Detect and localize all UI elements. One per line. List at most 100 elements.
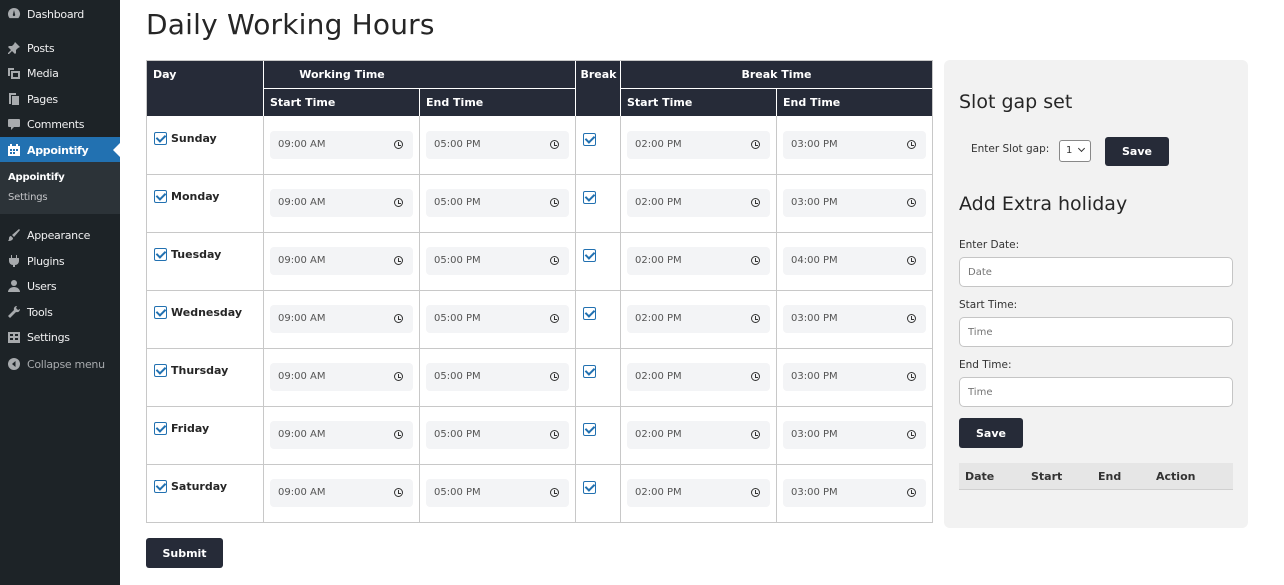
start-time-input[interactable]: 09:00 AM: [270, 189, 413, 217]
break-end-input[interactable]: 03:00 PM: [783, 189, 926, 217]
calendar-icon: [7, 143, 21, 157]
table-row: Sunday 09:00 AM 05:00 PM 02:00 PM 03:00 …: [147, 116, 934, 174]
end-time-input[interactable]: 05:00 PM: [426, 189, 569, 217]
day-enabled-checkbox[interactable]: [154, 190, 167, 203]
day-label: Monday: [171, 190, 220, 203]
holiday-end-time-input[interactable]: [959, 377, 1233, 407]
submenu-item-settings[interactable]: Settings: [8, 192, 48, 203]
appointify-submenu: Appointify Settings: [0, 162, 120, 214]
column-date: Date: [965, 470, 995, 483]
admin-sidebar: Dashboard Posts Media Pages Comments App…: [0, 0, 120, 585]
holiday-table-header: Date Start End Action: [959, 463, 1233, 490]
break-checkbox[interactable]: [583, 191, 596, 204]
clock-icon: [550, 430, 559, 439]
break-start-input[interactable]: 02:00 PM: [627, 247, 770, 275]
clock-icon: [394, 314, 403, 323]
break-end-input[interactable]: 03:00 PM: [783, 305, 926, 333]
break-start-input[interactable]: 02:00 PM: [627, 305, 770, 333]
sidebar-item-label: Tools: [27, 305, 53, 319]
pin-icon: [7, 41, 21, 55]
sidebar-item-settings[interactable]: Settings: [0, 324, 120, 350]
table-row: Friday 09:00 AM 05:00 PM 02:00 PM 03:00 …: [147, 406, 934, 464]
start-time-input[interactable]: 09:00 AM: [270, 131, 413, 159]
collapse-menu-button[interactable]: Collapse menu: [0, 351, 120, 377]
start-time-input[interactable]: 09:00 AM: [270, 363, 413, 391]
break-start-input[interactable]: 02:00 PM: [627, 421, 770, 449]
break-end-input[interactable]: 03:00 PM: [783, 131, 926, 159]
break-end-input[interactable]: 03:00 PM: [783, 421, 926, 449]
extra-holiday-title: Add Extra holiday: [959, 193, 1128, 215]
sidebar-item-posts[interactable]: Posts: [0, 35, 120, 61]
day-enabled-checkbox[interactable]: [154, 480, 167, 493]
sidebar-item-label: Posts: [27, 41, 55, 55]
wrench-icon: [7, 305, 21, 319]
day-label: Tuesday: [171, 248, 222, 261]
break-end-input[interactable]: 03:00 PM: [783, 363, 926, 391]
end-time-input[interactable]: 05:00 PM: [426, 131, 569, 159]
start-time-input[interactable]: 09:00 AM: [270, 421, 413, 449]
sidebar-item-comments[interactable]: Comments: [0, 111, 120, 137]
submenu-item-appointify[interactable]: Appointify: [8, 172, 65, 183]
sidebar-item-pages[interactable]: Pages: [0, 86, 120, 112]
end-time-input[interactable]: 05:00 PM: [426, 421, 569, 449]
sidebar-item-plugins[interactable]: Plugins: [0, 248, 120, 274]
day-enabled-checkbox[interactable]: [154, 248, 167, 261]
dashboard-icon: [7, 7, 21, 21]
break-checkbox[interactable]: [583, 307, 596, 320]
break-end-input[interactable]: 03:00 PM: [783, 479, 926, 507]
day-enabled-checkbox[interactable]: [154, 306, 167, 319]
break-checkbox[interactable]: [583, 423, 596, 436]
sidebar-item-users[interactable]: Users: [0, 273, 120, 299]
sidebar-item-media[interactable]: Media: [0, 60, 120, 86]
end-time-input[interactable]: 05:00 PM: [426, 479, 569, 507]
break-end-input[interactable]: 04:00 PM: [783, 247, 926, 275]
day-enabled-checkbox[interactable]: [154, 132, 167, 145]
clock-icon: [907, 372, 916, 381]
end-time-input[interactable]: 05:00 PM: [426, 305, 569, 333]
clock-icon: [907, 198, 916, 207]
end-time-label: End Time:: [959, 359, 1012, 371]
sidebar-item-label: Appearance: [27, 228, 91, 242]
holiday-start-time-input[interactable]: [959, 317, 1233, 347]
slot-gap-select[interactable]: 1: [1059, 140, 1091, 162]
sidebar-item-appearance[interactable]: Appearance: [0, 222, 120, 248]
day-enabled-checkbox[interactable]: [154, 422, 167, 435]
clock-icon: [550, 488, 559, 497]
clock-icon: [751, 314, 760, 323]
break-start-input[interactable]: 02:00 PM: [627, 363, 770, 391]
settings-icon: [7, 330, 21, 344]
slot-gap-save-button[interactable]: Save: [1105, 137, 1169, 166]
date-input[interactable]: [959, 257, 1233, 287]
sidebar-item-tools[interactable]: Tools: [0, 299, 120, 325]
holiday-save-button[interactable]: Save: [959, 418, 1023, 448]
start-time-input[interactable]: 09:00 AM: [270, 479, 413, 507]
break-start-input[interactable]: 02:00 PM: [627, 131, 770, 159]
clock-icon: [394, 372, 403, 381]
start-time-input[interactable]: 09:00 AM: [270, 305, 413, 333]
sidebar-item-dashboard[interactable]: Dashboard: [0, 1, 120, 27]
break-checkbox[interactable]: [583, 133, 596, 146]
table-row: Wednesday 09:00 AM 05:00 PM 02:00 PM 03:…: [147, 290, 934, 348]
end-time-input[interactable]: 05:00 PM: [426, 363, 569, 391]
clock-icon: [907, 256, 916, 265]
start-time-input[interactable]: 09:00 AM: [270, 247, 413, 275]
break-checkbox[interactable]: [583, 481, 596, 494]
clock-icon: [394, 488, 403, 497]
clock-icon: [907, 314, 916, 323]
sidebar-item-appointify[interactable]: Appointify: [0, 137, 120, 163]
break-start-input[interactable]: 02:00 PM: [627, 189, 770, 217]
day-enabled-checkbox[interactable]: [154, 364, 167, 377]
table-row: Monday 09:00 AM 05:00 PM 02:00 PM 03:00 …: [147, 174, 934, 232]
clock-icon: [751, 256, 760, 265]
collapse-icon: [7, 357, 21, 371]
clock-icon: [751, 198, 760, 207]
break-checkbox[interactable]: [583, 365, 596, 378]
break-checkbox[interactable]: [583, 249, 596, 262]
sidebar-item-label: Appointify: [27, 143, 89, 157]
chevron-down-icon: [1077, 144, 1086, 153]
end-time-input[interactable]: 05:00 PM: [426, 247, 569, 275]
submit-button[interactable]: Submit: [146, 538, 223, 568]
clock-icon: [394, 198, 403, 207]
break-start-input[interactable]: 02:00 PM: [627, 479, 770, 507]
clock-icon: [907, 140, 916, 149]
